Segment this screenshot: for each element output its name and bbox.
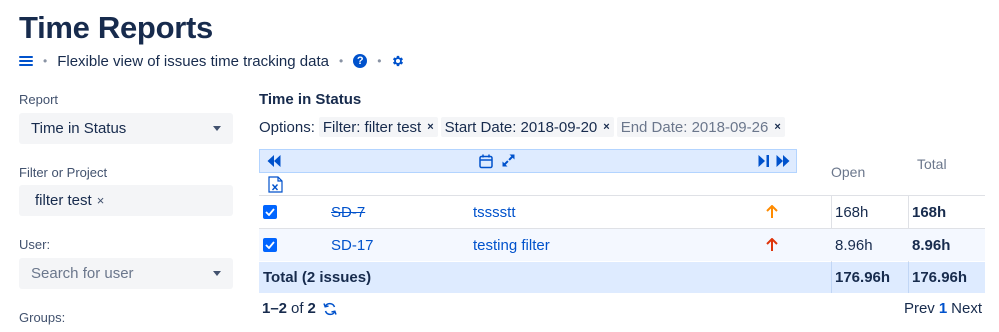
next-page-button[interactable]: Next (951, 300, 982, 317)
issue-key-link[interactable]: SD-7 (331, 204, 365, 221)
filter-chip-label: Filter: filter test (322, 118, 422, 136)
page-number-current[interactable]: 1 (939, 300, 947, 317)
pagination-nav: Prev 1 Next (904, 300, 982, 317)
scroll-last-icon[interactable] (776, 154, 790, 168)
issue-summary-link[interactable]: testing filter (473, 237, 550, 254)
totals-row: Total (2 issues) 176.96h 176.96h (259, 262, 985, 293)
filter-tag-label: filter test (35, 192, 92, 209)
user-search-select[interactable]: Search for user (19, 258, 233, 289)
pagination-count: 2 (307, 300, 316, 317)
start-date-chip-label: Start Date: 2018-09-20 (444, 118, 598, 136)
filter-input[interactable]: filter test × (19, 185, 233, 216)
user-search-placeholder: Search for user (31, 265, 134, 282)
issue-summary[interactable]: tsssstt (473, 196, 516, 228)
pagination-of: of (291, 300, 304, 317)
issue-key[interactable]: SD-7 (331, 196, 365, 228)
hamburger-menu-icon[interactable] (19, 55, 33, 67)
groups-label: Groups: (19, 310, 66, 325)
filter-tag-remove-icon[interactable]: × (97, 193, 105, 208)
issue-summary[interactable]: testing filter (473, 229, 550, 261)
help-icon[interactable]: ? (353, 54, 368, 68)
user-label: User: (19, 237, 51, 252)
options-bar: Options: Filter: filter test × Start Dat… (259, 117, 788, 137)
priority-high-icon (766, 196, 778, 228)
pagination-range: 1–2 (262, 300, 288, 317)
priority-highest-icon (766, 229, 778, 261)
separator-dot: • (377, 54, 382, 68)
scroll-first-icon[interactable] (267, 154, 281, 168)
row-checkbox[interactable] (263, 196, 277, 228)
report-label: Report (19, 92, 59, 107)
column-divider (908, 262, 909, 293)
open-time: 8.96h (835, 236, 873, 254)
report-select-value: Time in Status (31, 120, 127, 137)
column-header-total[interactable]: Total (917, 156, 947, 172)
column-divider (831, 262, 832, 293)
table-nav-bar (259, 149, 797, 173)
filter-chip: Filter: filter test × (318, 117, 438, 137)
page-subtitle: Flexible view of issues time tracking da… (57, 52, 329, 70)
open-time: 168h (835, 203, 869, 221)
gear-icon[interactable] (391, 54, 405, 68)
separator-dot: • (43, 54, 48, 68)
end-date-chip: End Date: 2018-09-26 × (616, 117, 785, 137)
page-title: Time Reports (19, 10, 213, 45)
expand-icon[interactable] (502, 154, 515, 167)
report-select[interactable]: Time in Status (19, 113, 233, 144)
column-header-open[interactable]: Open (831, 164, 865, 180)
options-label: Options: (259, 118, 315, 136)
table-row: SD-7 tsssstt 168h 168h (259, 196, 985, 228)
start-date-chip: Start Date: 2018-09-20 × (440, 117, 614, 137)
checkbox-checked-icon[interactable] (263, 238, 277, 252)
prev-page-button[interactable]: Prev (904, 300, 935, 317)
calendar-icon[interactable] (479, 154, 493, 169)
chevron-down-icon (213, 126, 221, 131)
totals-total: 176.96h (912, 269, 968, 286)
totals-open: 176.96h (835, 269, 891, 286)
filter-chip-remove-icon[interactable]: × (427, 121, 433, 133)
filter-label: Filter or Project (19, 165, 108, 180)
pagination-summary: 1–2 of 2 (262, 300, 337, 317)
total-time: 8.96h (912, 236, 951, 254)
totals-label: Total (2 issues) (263, 269, 372, 286)
issue-summary-link[interactable]: tsssstt (473, 204, 516, 221)
end-date-chip-remove-icon[interactable]: × (774, 121, 780, 133)
issue-key-link[interactable]: SD-17 (331, 237, 374, 254)
start-date-chip-remove-icon[interactable]: × (603, 121, 609, 133)
report-title: Time in Status (259, 91, 362, 108)
issue-key[interactable]: SD-17 (331, 229, 374, 261)
separator-dot: • (338, 54, 344, 68)
row-checkbox[interactable] (263, 229, 277, 261)
end-date-chip-label: End Date: 2018-09-26 (620, 118, 769, 136)
subtitle-bar: • Flexible view of issues time tracking … (19, 52, 405, 70)
scroll-next-icon[interactable] (758, 154, 770, 168)
checkbox-checked-icon[interactable] (263, 205, 277, 219)
table-row: SD-17 testing filter 8.96h 8.96h (259, 229, 985, 261)
chevron-down-icon (213, 271, 221, 276)
total-time: 168h (912, 203, 947, 221)
refresh-icon[interactable] (323, 302, 337, 316)
